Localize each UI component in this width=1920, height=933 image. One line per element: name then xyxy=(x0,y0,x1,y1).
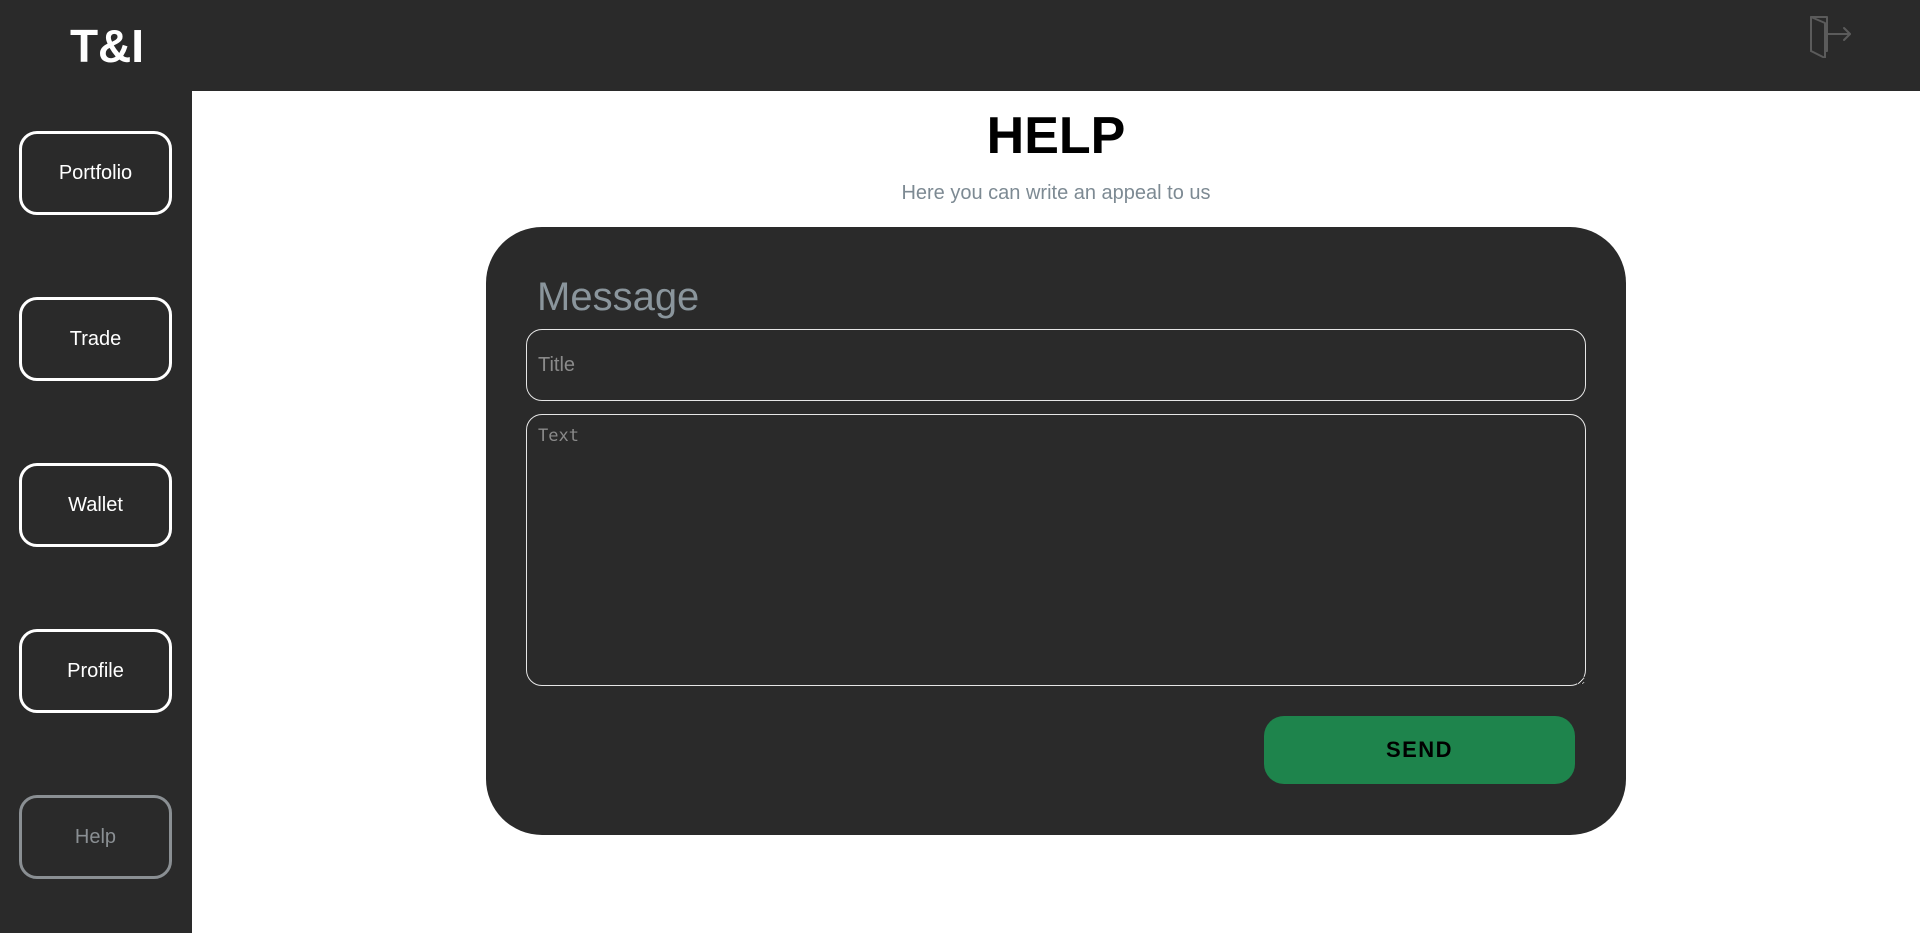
text-input[interactable] xyxy=(526,414,1586,686)
message-heading: Message xyxy=(537,275,700,319)
message-card: Message SEND xyxy=(486,227,1626,835)
title-input[interactable] xyxy=(526,329,1586,401)
sidebar: Portfolio Trade Wallet Profile Help xyxy=(0,91,192,933)
send-button[interactable]: SEND xyxy=(1264,716,1575,784)
sidebar-item-portfolio[interactable]: Portfolio xyxy=(19,131,172,215)
app-logo: T&I xyxy=(69,19,145,72)
sidebar-item-profile[interactable]: Profile xyxy=(19,629,172,713)
sidebar-item-wallet[interactable]: Wallet xyxy=(19,463,172,547)
page-title: HELP xyxy=(986,107,1126,165)
top-bar: T&I xyxy=(0,0,1920,91)
sidebar-item-help[interactable]: Help xyxy=(19,795,172,879)
page-subtitle: Here you can write an appeal to us xyxy=(901,182,1211,204)
sidebar-item-trade[interactable]: Trade xyxy=(19,297,172,381)
logout-icon[interactable] xyxy=(1808,14,1852,59)
